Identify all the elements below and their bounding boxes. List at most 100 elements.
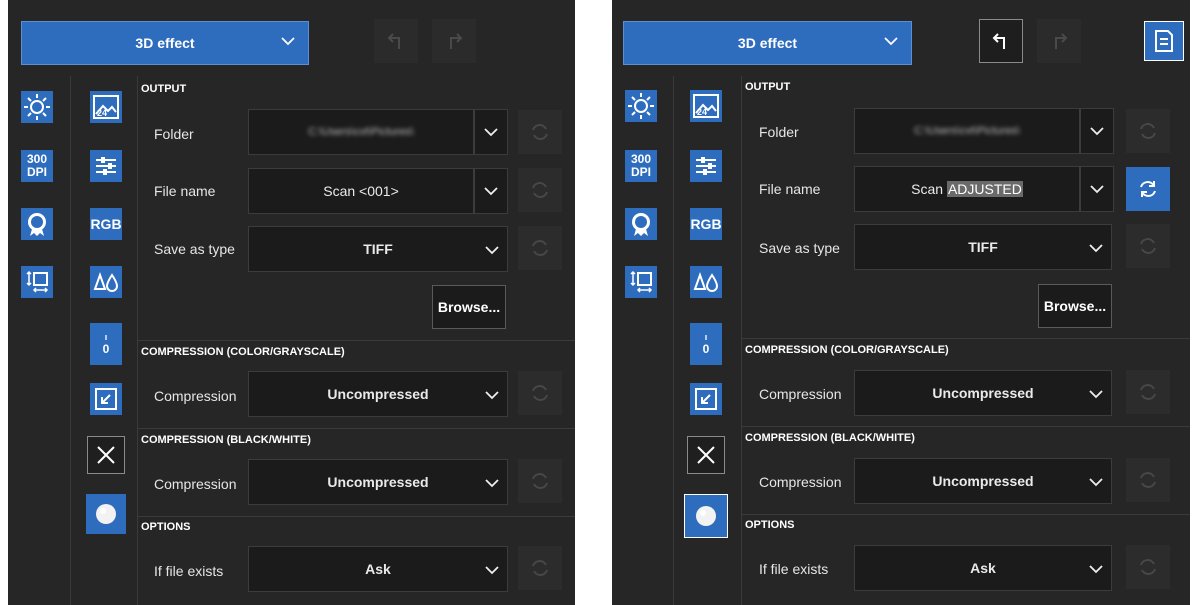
fit-frame-icon[interactable] <box>21 266 53 298</box>
dpi-unit: DPI <box>26 165 47 179</box>
off-badge-icon[interactable] <box>625 208 657 240</box>
export-icon[interactable] <box>690 383 722 415</box>
savetype-reset-button[interactable] <box>518 226 562 270</box>
refresh-icon <box>1140 559 1156 575</box>
refresh-icon <box>532 473 548 489</box>
off-badge-icon[interactable] <box>21 208 53 240</box>
brightness-icon <box>24 94 50 120</box>
folder-reset-button[interactable] <box>1126 109 1170 153</box>
undo-button[interactable] <box>979 19 1023 63</box>
picture-24-icon: 24 <box>693 94 719 118</box>
folder-reset-button[interactable] <box>518 110 562 154</box>
filename-reset-button[interactable] <box>518 168 562 212</box>
preset-dropdown[interactable]: 3D effect <box>21 21 309 65</box>
adjust-icon <box>696 157 716 175</box>
savetype-value: TIFF <box>363 241 393 257</box>
save-preset-button[interactable] <box>1144 21 1184 61</box>
refresh-icon <box>532 560 548 576</box>
folder-field[interactable]: C:\Users\cvt\Pictures\ <box>248 109 474 155</box>
filename-dropdown-button[interactable] <box>474 168 508 214</box>
content-separator <box>741 76 742 605</box>
section-separator <box>742 426 1190 427</box>
folder-dropdown-button[interactable] <box>1080 108 1114 154</box>
filename-reset-button[interactable] <box>1126 167 1170 211</box>
section-separator <box>138 340 575 341</box>
close-button[interactable] <box>87 436 125 474</box>
compression-color-reset-button[interactable] <box>518 371 562 415</box>
compression-color-value: Uncompressed <box>932 385 1034 401</box>
section-compression-bw-title: COMPRESSION (BLACK/WHITE) <box>141 434 311 446</box>
iffile-reset-button[interactable] <box>518 546 562 590</box>
savetype-select[interactable]: TIFF <box>854 224 1112 270</box>
arrow-box-icon <box>695 388 717 410</box>
folder-value: C:\Users\cvt\Pictures\ <box>308 126 414 138</box>
redo-button[interactable] <box>1037 19 1081 63</box>
drops-icon[interactable] <box>90 266 122 298</box>
browse-button[interactable]: Browse... <box>1038 284 1112 328</box>
drops-icon[interactable] <box>690 266 722 298</box>
dpi-badge[interactable]: 300 DPI <box>625 150 657 182</box>
export-icon[interactable] <box>90 383 122 415</box>
rgb-icon[interactable]: RGB <box>90 208 122 240</box>
folder-dropdown-button[interactable] <box>474 109 508 155</box>
chevron-down-icon <box>1089 565 1103 574</box>
chevron-down-icon <box>485 246 499 255</box>
filename-label: File name <box>154 183 216 199</box>
panel-divider <box>575 0 612 605</box>
sun-icon[interactable] <box>625 90 657 122</box>
dpi-unit: DPI <box>630 165 651 179</box>
filename-field[interactable]: Scan ADJUSTED <box>854 166 1080 212</box>
fit-frame-icon[interactable] <box>625 266 657 298</box>
picture-24-icon: 24 <box>93 95 119 119</box>
browse-button[interactable]: Browse... <box>432 285 506 329</box>
undo-icon <box>992 33 1005 49</box>
sliders-icon[interactable] <box>90 150 122 182</box>
sphere-button[interactable] <box>86 494 126 534</box>
chevron-down-icon <box>1090 185 1104 194</box>
image-icon[interactable]: 24 <box>90 91 122 123</box>
refresh-icon <box>532 124 548 140</box>
close-button[interactable] <box>687 436 725 474</box>
resize-icon <box>630 270 653 293</box>
zero-level-icon[interactable]: ı 0 <box>90 323 122 365</box>
filename-field[interactable]: Scan <001> <box>248 168 474 214</box>
preset-label: 3D effect <box>135 35 195 51</box>
compression-bw-reset-button[interactable] <box>1126 458 1170 502</box>
rgb-text: RGB <box>90 216 122 232</box>
chevron-down-icon <box>485 566 499 575</box>
section-separator <box>742 338 1190 339</box>
savetype-label: Save as type <box>759 240 840 256</box>
settings-panel-left: 3D effect 300 DPI 24 RGB ı 0 OUTPUT Fold… <box>8 0 575 605</box>
zero-level-icon[interactable]: ı 0 <box>690 323 722 365</box>
savetype-select[interactable]: TIFF <box>248 226 508 272</box>
compression-bw-reset-button[interactable] <box>518 459 562 503</box>
sun-icon[interactable] <box>21 91 53 123</box>
document-save-icon <box>1155 30 1173 52</box>
savetype-reset-button[interactable] <box>1126 224 1170 268</box>
section-separator <box>138 516 575 517</box>
compression-color-label: Compression <box>154 388 237 404</box>
iffile-reset-button[interactable] <box>1126 545 1170 589</box>
undo-button[interactable] <box>374 19 418 63</box>
section-output-title: OUTPUT <box>141 83 187 95</box>
filename-dropdown-button[interactable] <box>1080 166 1114 212</box>
image-icon[interactable]: 24 <box>690 90 722 122</box>
rgb-icon[interactable]: RGB <box>690 208 722 240</box>
redo-button[interactable] <box>432 19 476 63</box>
dpi-badge[interactable]: 300 DPI <box>21 150 53 182</box>
preset-label: 3D effect <box>737 35 798 51</box>
sphere-button[interactable] <box>684 494 728 538</box>
section-compression-bw-title: COMPRESSION (BLACK/WHITE) <box>745 432 915 444</box>
iffile-select[interactable]: Ask <box>248 546 508 592</box>
iffile-select[interactable]: Ask <box>854 545 1112 591</box>
compression-bw-select[interactable]: Uncompressed <box>248 459 508 505</box>
compression-bw-label: Compression <box>759 474 842 490</box>
folder-field[interactable]: C:\Users\cvt\Pictures\ <box>854 108 1080 154</box>
badge-icon <box>28 213 46 236</box>
compression-color-reset-button[interactable] <box>1126 370 1170 414</box>
preset-dropdown[interactable]: 3D effect <box>623 21 912 65</box>
compression-color-select[interactable]: Uncompressed <box>854 370 1112 416</box>
sliders-icon[interactable] <box>690 150 722 182</box>
compression-bw-select[interactable]: Uncompressed <box>854 458 1112 504</box>
compression-color-select[interactable]: Uncompressed <box>248 371 508 417</box>
